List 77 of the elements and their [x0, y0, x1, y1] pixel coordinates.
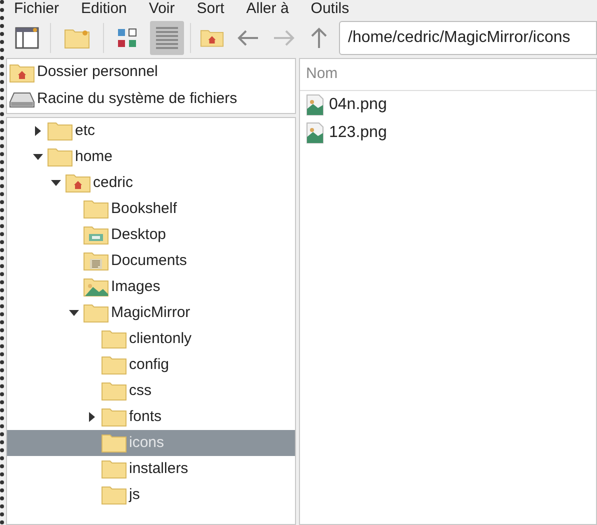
- expanded-arrow-icon[interactable]: [51, 178, 61, 188]
- expanded-arrow-icon[interactable]: [69, 308, 79, 318]
- folder-icon: [101, 381, 127, 401]
- tree-item-label: installers: [129, 458, 188, 479]
- tree-item-label: fonts: [129, 406, 162, 427]
- path-field[interactable]: /home/cedric/MagicMirror/icons: [339, 21, 597, 55]
- tree-item-label: clientonly: [129, 328, 192, 349]
- drive-icon: [9, 90, 35, 108]
- window-layout-icon: [15, 27, 39, 49]
- folder-icon: [101, 459, 127, 479]
- tree-item[interactable]: Desktop: [7, 222, 295, 248]
- home-folder-icon: [65, 173, 91, 193]
- folder-icon: [47, 147, 73, 167]
- tree-item[interactable]: Bookshelf: [7, 196, 295, 222]
- tree-item-label: Images: [111, 276, 160, 297]
- menu-item[interactable]: Aller à: [246, 0, 289, 18]
- tree-item-label: home: [75, 146, 113, 167]
- tree-item[interactable]: css: [7, 378, 295, 404]
- file-item[interactable]: 123.png: [300, 119, 596, 147]
- icon-grid-icon: [116, 27, 138, 49]
- tree-item[interactable]: MagicMirror: [7, 300, 295, 326]
- folder-icon: [101, 355, 127, 375]
- tree-item[interactable]: home: [7, 144, 295, 170]
- tree-item-label: css: [129, 380, 152, 401]
- tree-item-label: js: [129, 484, 140, 505]
- tree-item[interactable]: Images: [7, 274, 295, 300]
- menu-item[interactable]: Sort: [196, 0, 224, 18]
- documents-folder-icon: [83, 251, 109, 271]
- menu-item[interactable]: Voir: [148, 0, 175, 18]
- images-folder-icon: [83, 277, 109, 297]
- home-folder-icon: [9, 62, 35, 82]
- tree-item-label: config: [129, 354, 170, 375]
- tree-item[interactable]: js: [7, 482, 295, 508]
- tree-item[interactable]: clientonly: [7, 326, 295, 352]
- column-header[interactable]: Nom: [300, 59, 596, 91]
- tree-item[interactable]: config: [7, 352, 295, 378]
- folder-icon: [101, 407, 127, 427]
- folder-icon: [101, 433, 127, 453]
- desktop-folder-icon: [83, 225, 109, 245]
- file-name: 123.png: [329, 123, 387, 143]
- tree-item-label: Bookshelf: [111, 198, 177, 219]
- tree-item-label: icons: [129, 432, 164, 453]
- image-file-icon: [306, 94, 324, 116]
- folder-icon: [101, 329, 127, 349]
- up-arrow-icon: [310, 27, 328, 49]
- folder-icon: [47, 121, 73, 141]
- expanded-arrow-icon[interactable]: [33, 152, 43, 162]
- new-folder-icon: [64, 27, 90, 49]
- place-label: Dossier personnel: [37, 62, 158, 82]
- forward-arrow-icon: [273, 29, 295, 47]
- tree-item[interactable]: cedric: [7, 170, 295, 196]
- image-file-icon: [306, 122, 324, 144]
- tree-item-label: cedric: [93, 172, 134, 193]
- tree-item-label: Documents: [111, 250, 187, 271]
- tree-item[interactable]: Documents: [7, 248, 295, 274]
- collapsed-arrow-icon[interactable]: [33, 126, 43, 136]
- file-item[interactable]: 04n.png: [300, 91, 596, 119]
- tree-item[interactable]: etc: [7, 118, 295, 144]
- home-folder-icon: [200, 28, 224, 48]
- tree-item-label: etc: [75, 120, 96, 141]
- folder-icon: [83, 199, 109, 219]
- menu-item[interactable]: Edition: [81, 0, 127, 18]
- place-item[interactable]: Racine du système de fichiers: [7, 86, 295, 113]
- place-label: Racine du système de fichiers: [37, 89, 238, 110]
- tree-item[interactable]: fonts: [7, 404, 295, 430]
- place-item[interactable]: Dossier personnel: [7, 59, 295, 86]
- detail-list-icon: [154, 25, 180, 51]
- menu-item[interactable]: Fichier: [14, 0, 60, 18]
- folder-icon: [101, 485, 127, 505]
- file-name: 04n.png: [329, 95, 387, 115]
- menu-item[interactable]: Outils: [310, 0, 350, 18]
- tree-item-label: MagicMirror: [111, 302, 190, 323]
- back-arrow-icon: [237, 29, 259, 47]
- tree-item-label: Desktop: [111, 224, 166, 245]
- tree-item[interactable]: installers: [7, 456, 295, 482]
- folder-icon: [83, 303, 109, 323]
- collapsed-arrow-icon[interactable]: [87, 412, 97, 422]
